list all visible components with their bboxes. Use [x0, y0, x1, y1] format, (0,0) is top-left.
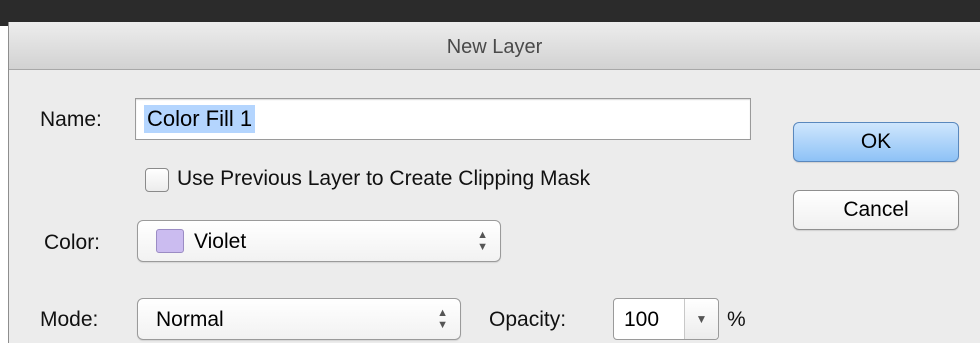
- color-popup[interactable]: Violet ▲ ▼: [137, 220, 501, 262]
- triangle-down-icon[interactable]: ▼: [684, 299, 718, 339]
- mode-label: Mode:: [40, 308, 99, 331]
- new-layer-dialog: New Layer Name: Color Fill 1 OK Cancel U…: [8, 22, 980, 343]
- cancel-button[interactable]: Cancel: [793, 190, 959, 230]
- opacity-label: Opacity:: [489, 308, 567, 331]
- opacity-combobox[interactable]: 100 ▼: [613, 298, 719, 340]
- name-input-value: Color Fill 1: [144, 105, 256, 133]
- mode-value: Normal: [156, 308, 224, 331]
- color-value: Violet: [194, 230, 247, 253]
- opacity-value[interactable]: 100: [624, 308, 659, 332]
- color-label: Color:: [44, 231, 101, 254]
- name-input[interactable]: Color Fill 1: [135, 98, 751, 140]
- percent-unit: %: [727, 308, 746, 331]
- name-label: Name:: [40, 108, 102, 131]
- dialog-title: New Layer: [446, 36, 543, 58]
- up-down-arrows-icon: ▲ ▼: [477, 229, 488, 253]
- clipping-mask-checkbox[interactable]: [145, 168, 169, 192]
- up-down-arrows-icon: ▲ ▼: [437, 307, 448, 331]
- clipping-mask-label[interactable]: Use Previous Layer to Create Clipping Ma…: [177, 167, 590, 191]
- ok-button[interactable]: OK: [793, 122, 959, 162]
- title-bar: New Layer: [9, 22, 980, 70]
- mode-popup[interactable]: Normal ▲ ▼: [137, 298, 461, 340]
- color-swatch: [156, 229, 184, 253]
